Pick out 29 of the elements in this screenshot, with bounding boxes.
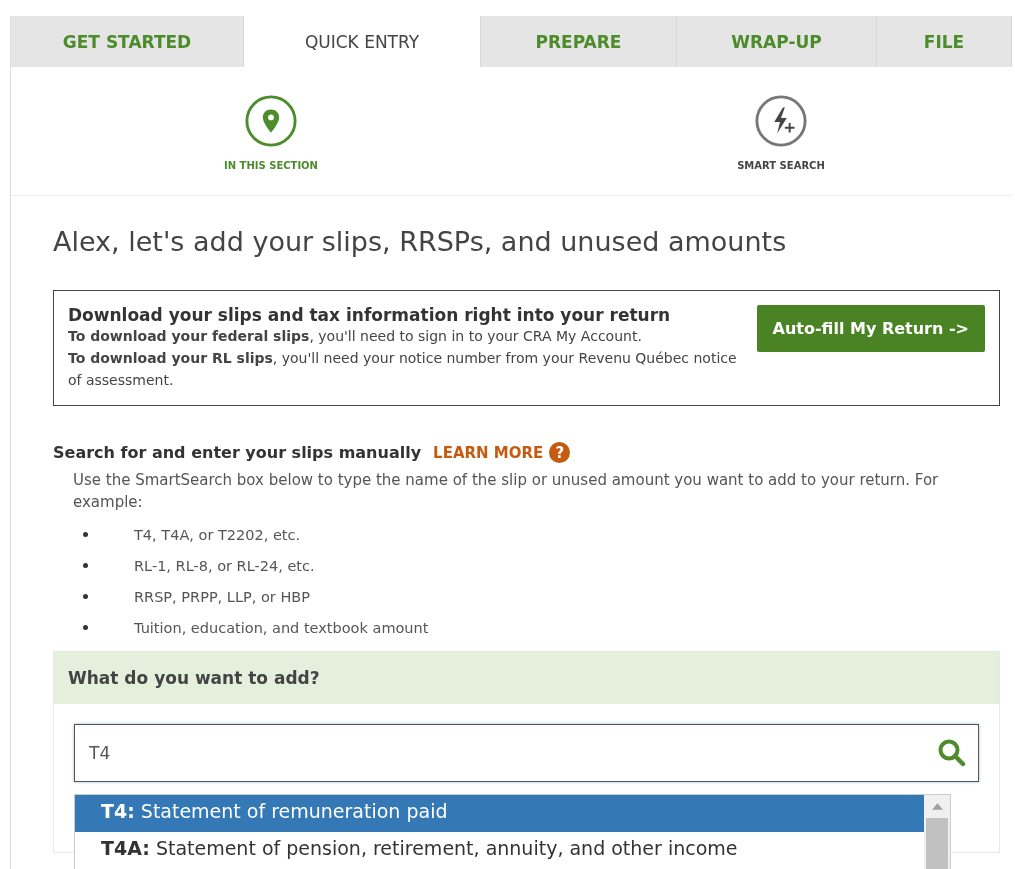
page-heading: Alex, let's add your slips, RRSPs, and unused amounts xyxy=(53,226,788,257)
example-text: RL-1, RL-8, or RL-24, etc. xyxy=(134,557,315,574)
help-icon[interactable]: ? xyxy=(549,442,571,463)
section-link[interactable]: IN THIS SECTION xyxy=(206,67,336,195)
search-field[interactable]: T4 xyxy=(74,724,979,782)
scrollbar[interactable] xyxy=(924,795,950,869)
map-pin-icon xyxy=(244,94,298,148)
section-link[interactable]: SMART SEARCH xyxy=(716,67,846,195)
example-text: T4, T4A, or T2202, etc. xyxy=(134,526,301,543)
example-text: Tuition, education, and textbook amount xyxy=(134,619,429,636)
bolt-plus-icon xyxy=(754,94,808,148)
bullet-icon xyxy=(83,625,88,630)
panel-title: What do you want to add? xyxy=(54,652,999,704)
tab[interactable]: QUICK ENTRY xyxy=(244,16,481,67)
bullet-icon xyxy=(83,594,88,599)
example-text: RRSP, PRPP, LLP, or HBP xyxy=(134,588,310,605)
autofill-button[interactable]: Auto-fill My Return -> xyxy=(756,305,985,352)
bullet-icon xyxy=(83,563,88,568)
suggestion-item[interactable]: T4: Statement of remuneration paid xyxy=(75,795,924,832)
instructions-text: Use the SmartSearch box below to type the name of the slip or unused amount you want to add to your return. For example: xyxy=(73,470,940,513)
bullet-icon xyxy=(83,532,88,537)
card-text: To download your RL slips, you'll need your notice number from your Revenu Québec notice of assessment. xyxy=(68,349,738,390)
suggestion-item[interactable]: T4A: Statement of pension, retirement, annuity, and other income xyxy=(75,832,924,869)
scroll-up-icon[interactable] xyxy=(931,803,943,810)
card-title: Download your slips and tax information right into your return xyxy=(68,305,672,325)
section-title: Search for and enter your slips manually xyxy=(53,443,422,462)
card-text: To download your federal slips, you'll need to sign in to your CRA My Account. xyxy=(68,327,643,346)
search-icon[interactable] xyxy=(937,738,967,768)
learn-more-link[interactable]: LEARN MORE xyxy=(433,443,544,462)
